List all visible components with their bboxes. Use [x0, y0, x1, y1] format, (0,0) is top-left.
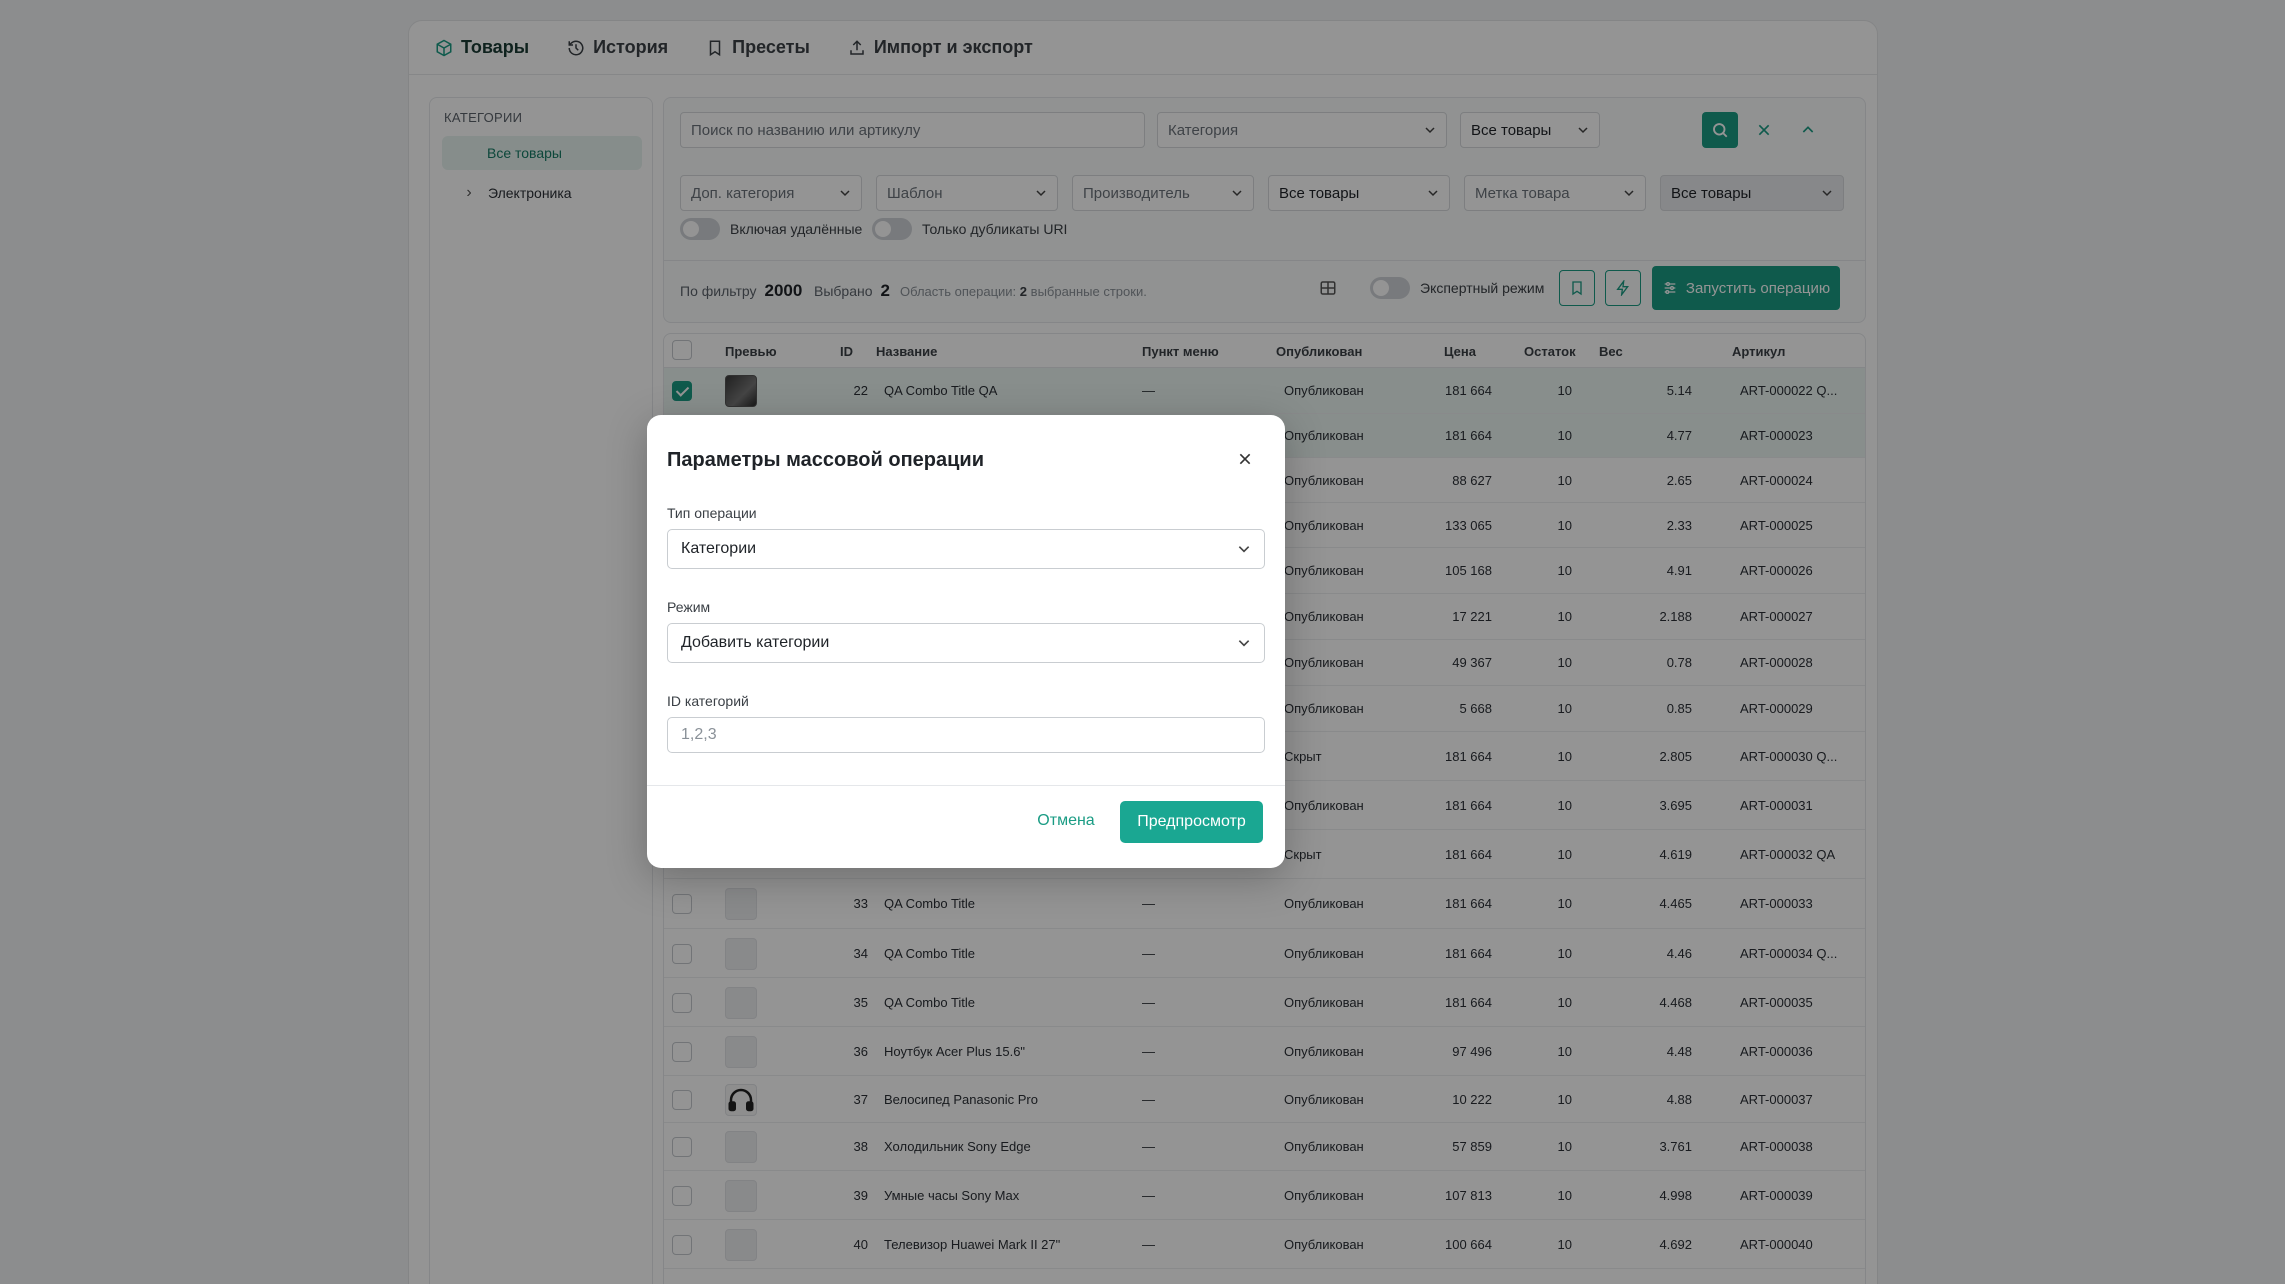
- cancel-button[interactable]: Отмена: [1025, 801, 1107, 841]
- bulk-operation-dialog: Параметры массовой операции Тип операции…: [647, 415, 1285, 868]
- mode-label: Режим: [667, 599, 711, 615]
- operation-type-select[interactable]: Категории: [667, 529, 1265, 569]
- category-ids-field[interactable]: [667, 717, 1265, 753]
- close-icon: [1239, 453, 1251, 465]
- mode-value: Добавить категории: [681, 634, 830, 651]
- category-ids-label: ID категорий: [667, 693, 749, 709]
- close-dialog-button[interactable]: [1231, 445, 1259, 473]
- dialog-title: Параметры массовой операции: [667, 449, 985, 471]
- operation-type-value: Категории: [681, 540, 757, 557]
- preview-button[interactable]: Предпросмотр: [1120, 801, 1263, 843]
- divider: [647, 785, 1285, 786]
- category-ids-input[interactable]: [681, 726, 1251, 744]
- operation-type-label: Тип операции: [667, 505, 757, 521]
- chevron-down-icon: [1238, 546, 1250, 553]
- chevron-down-icon: [1238, 640, 1250, 647]
- mode-select[interactable]: Добавить категории: [667, 623, 1265, 663]
